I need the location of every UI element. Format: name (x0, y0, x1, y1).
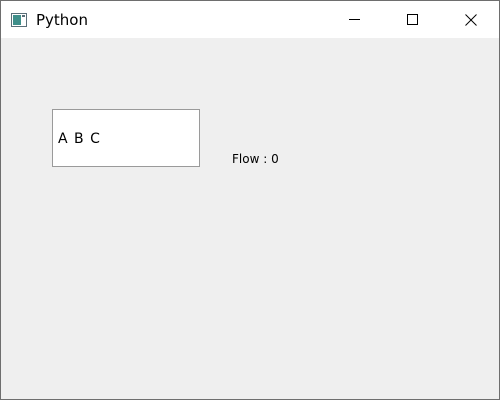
window-title: Python (36, 11, 88, 29)
minimize-icon (348, 14, 360, 25)
minimize-button[interactable] (331, 1, 377, 38)
client-area: A B C Flow : 0 (1, 38, 499, 399)
text-box-value: A B C (58, 131, 101, 147)
close-icon (465, 13, 477, 26)
flow-label: Flow : 0 (232, 152, 279, 166)
title-bar[interactable]: Python (1, 1, 499, 38)
python-app-icon (11, 12, 27, 27)
maximize-icon (406, 14, 418, 25)
app-window: Python A B C Flow: 0 (0, 0, 500, 400)
text-box[interactable]: A B C (52, 109, 200, 167)
maximize-button[interactable] (389, 1, 435, 38)
close-button[interactable] (448, 1, 494, 38)
